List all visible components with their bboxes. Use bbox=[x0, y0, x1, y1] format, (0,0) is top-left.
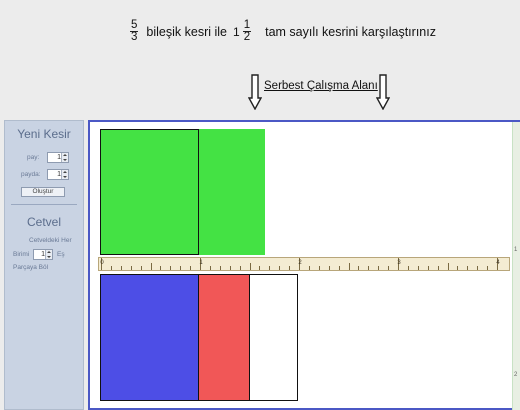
ruler-text-3: Parçaya Böl bbox=[13, 264, 49, 271]
question-text-part2: tam sayılı kesrini karşılaştırınız bbox=[265, 24, 436, 39]
ruler-minor-tick bbox=[308, 266, 310, 270]
header bbox=[88, 0, 520, 120]
denominator-label: payda: bbox=[21, 171, 41, 178]
ruler-minor-tick bbox=[229, 266, 231, 270]
ruler-minor-tick bbox=[259, 266, 261, 270]
ruler-minor-tick bbox=[239, 266, 241, 270]
fraction-piece-blue[interactable] bbox=[100, 274, 199, 401]
new-fraction-title: Yeni Kesir bbox=[17, 127, 71, 141]
ruler-minor-tick bbox=[249, 263, 251, 270]
ruler-tick-label: 4 bbox=[496, 260, 500, 266]
mixed-whole: 1 bbox=[233, 24, 240, 39]
ruler[interactable]: 0 1 2 3 4 bbox=[98, 257, 510, 271]
ruler-minor-tick bbox=[427, 266, 429, 270]
create-fraction-button[interactable]: Oluştur bbox=[21, 187, 65, 197]
ruler-minor-tick bbox=[150, 263, 152, 270]
question-text-part1: bileşik kesri ile bbox=[146, 24, 227, 39]
ruler-minor-tick bbox=[269, 266, 271, 270]
fraction-denominator: 3 bbox=[131, 31, 138, 43]
ruler-minor-tick bbox=[368, 266, 370, 270]
ruler-minor-tick bbox=[417, 266, 419, 270]
ruler-tick-label: 1 bbox=[199, 260, 203, 266]
edge-marker: 1 bbox=[514, 247, 518, 253]
ruler-minor-tick bbox=[407, 266, 409, 270]
ruler-minor-tick bbox=[289, 266, 291, 270]
ruler-minor-tick bbox=[219, 266, 221, 270]
fraction-piece-green[interactable] bbox=[232, 129, 265, 255]
ruler-minor-tick bbox=[348, 263, 350, 270]
down-arrow-icon bbox=[376, 74, 390, 110]
control-panel: Yeni Kesir pay: 1 payda: 1 Oluştur Cetve… bbox=[4, 120, 84, 410]
ruler-minor-tick bbox=[180, 266, 182, 270]
down-arrow-icon bbox=[248, 74, 262, 110]
mixed-fraction: 1 2 bbox=[242, 19, 252, 43]
ruler-text-1: Cetveldeki Her bbox=[29, 237, 72, 244]
divider bbox=[11, 204, 77, 205]
ruler-tick-label: 0 bbox=[100, 260, 104, 266]
ruler-minor-tick bbox=[477, 266, 479, 270]
ruler-text-2b: Eş bbox=[57, 251, 65, 258]
ruler-minor-tick bbox=[120, 266, 122, 270]
edge-marker: 2 bbox=[514, 372, 518, 378]
right-edge-strip bbox=[512, 122, 520, 410]
ruler-minor-tick bbox=[190, 266, 192, 270]
ruler-minor-tick bbox=[338, 266, 340, 270]
ruler-minor-tick bbox=[328, 266, 330, 270]
ruler-minor-tick bbox=[457, 266, 459, 270]
ruler-minor-tick bbox=[160, 266, 162, 270]
ruler-parts-spinner[interactable]: 1 bbox=[33, 249, 53, 260]
ruler-minor-tick bbox=[388, 266, 390, 270]
ruler-title: Cetvel bbox=[26, 215, 61, 229]
ruler-text-2a: Birimi bbox=[13, 251, 30, 258]
spinner-arrows-icon[interactable] bbox=[61, 170, 68, 179]
mixed-denominator: 2 bbox=[243, 31, 251, 43]
ruler-minor-tick bbox=[487, 266, 489, 270]
ruler-minor-tick bbox=[378, 266, 380, 270]
ruler-tick-label: 2 bbox=[298, 260, 302, 266]
ruler-tick-label: 3 bbox=[397, 260, 401, 266]
numerator-label: pay: bbox=[27, 154, 40, 161]
spinner-arrows-icon[interactable] bbox=[61, 153, 68, 162]
ruler-minor-tick bbox=[110, 266, 112, 270]
ruler-minor-tick bbox=[130, 266, 132, 270]
spinner-arrows-icon[interactable] bbox=[45, 250, 52, 259]
ruler-minor-tick bbox=[437, 266, 439, 270]
work-area-label: Serbest Çalışma Alanı bbox=[264, 80, 378, 92]
improper-fraction: 5 3 bbox=[130, 19, 139, 43]
ruler-minor-tick bbox=[447, 263, 449, 270]
ruler-minor-tick bbox=[358, 266, 360, 270]
ruler-minor-tick bbox=[318, 266, 320, 270]
fraction-piece-red[interactable] bbox=[199, 274, 249, 401]
numerator-spinner[interactable]: 1 bbox=[47, 152, 69, 163]
ruler-minor-tick bbox=[467, 266, 469, 270]
ruler-minor-tick bbox=[209, 266, 211, 270]
whole-unit-outline bbox=[100, 129, 199, 255]
ruler-minor-tick bbox=[140, 266, 142, 270]
app-window: 5 3 bileşik kesri ile 1 1 2 tam sayılı k… bbox=[0, 0, 520, 410]
fraction-piece-empty[interactable] bbox=[248, 274, 298, 401]
ruler-minor-tick bbox=[279, 266, 281, 270]
ruler-minor-tick bbox=[170, 266, 172, 270]
question-text: 5 3 bileşik kesri ile 1 1 2 tam sayılı k… bbox=[128, 19, 436, 43]
denominator-spinner[interactable]: 1 bbox=[47, 169, 69, 180]
fraction-piece-green[interactable] bbox=[199, 129, 233, 255]
